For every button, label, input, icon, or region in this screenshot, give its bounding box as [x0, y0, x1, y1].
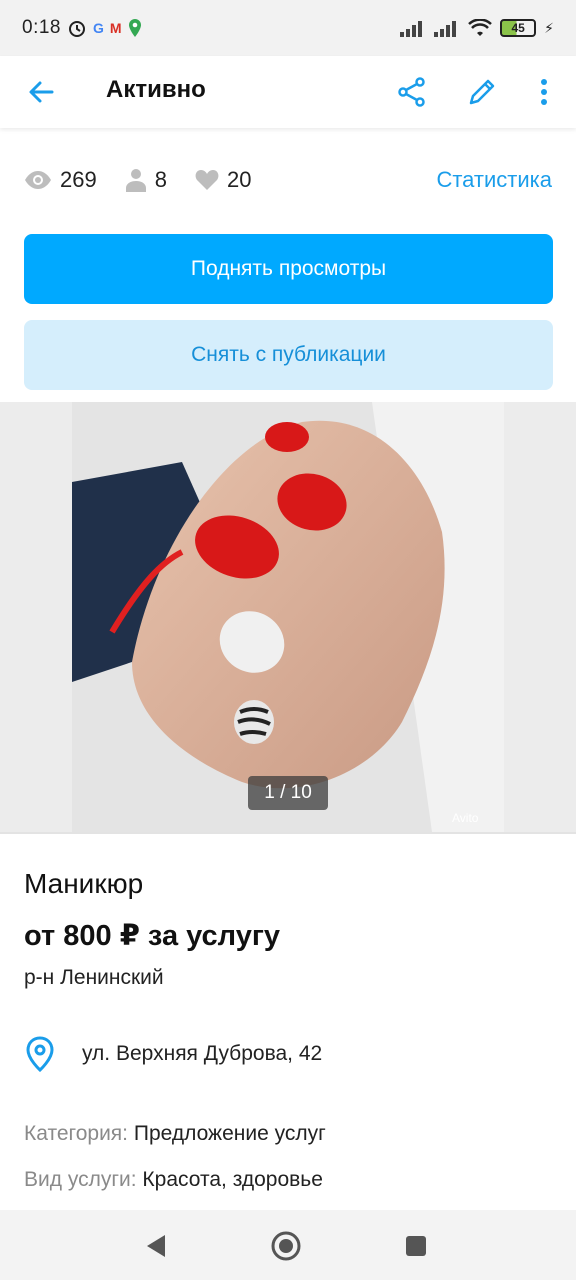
address-row[interactable]: ул. Верхняя Дуброва, 42 — [24, 1034, 554, 1074]
favorites-stat: 20 — [195, 167, 251, 193]
param-service-type: Вид услуги: Красота, здоровье — [24, 1168, 323, 1192]
google-icon: G — [92, 20, 104, 36]
status-bar: 0:18 G M 45 ⚡ — [0, 0, 576, 56]
listing-photo[interactable]: Avito — [72, 402, 504, 832]
statistics-link[interactable]: Статистика — [436, 167, 552, 193]
square-recents-icon — [406, 1236, 426, 1256]
unpublish-button[interactable]: Снять с публикации — [24, 320, 553, 390]
person-icon — [125, 169, 146, 192]
listing-price: от 800 ₽ за услугу — [24, 920, 281, 952]
avito-watermark: Avito — [452, 811, 479, 825]
battery-icon: 45 — [500, 19, 537, 37]
status-time: 0:18 — [22, 17, 61, 38]
eye-icon — [25, 171, 51, 189]
charging-icon: ⚡ — [544, 19, 554, 36]
more-button[interactable] — [522, 70, 566, 114]
arrow-left-icon — [29, 81, 54, 103]
param-value: Предложение услуг — [133, 1122, 326, 1145]
photo-gallery[interactable]: Avito — [0, 402, 576, 832]
system-nav-bar — [0, 1210, 576, 1280]
share-button[interactable] — [390, 70, 434, 114]
signal-icon — [434, 21, 457, 37]
heart-icon — [195, 170, 219, 190]
views-count: 269 — [60, 167, 97, 192]
param-category: Категория: Предложение услуг — [24, 1122, 326, 1146]
wifi-icon — [468, 19, 493, 36]
param-value: Красота, здоровье — [142, 1168, 323, 1191]
param-key: Вид услуги: — [24, 1168, 137, 1191]
app-bar: Активно — [0, 56, 576, 128]
nav-back-button[interactable] — [140, 1230, 172, 1262]
listing-address: ул. Верхняя Дуброва, 42 — [82, 1042, 323, 1065]
listing-district: р-н Ленинский — [24, 966, 164, 989]
share-icon — [398, 77, 425, 107]
alarm-icon — [68, 21, 85, 37]
pencil-icon — [469, 79, 495, 105]
circle-home-icon — [271, 1231, 301, 1261]
page-title: Активно — [106, 76, 206, 103]
photo-counter: 1 / 10 — [248, 776, 328, 810]
param-key: Категория: — [24, 1122, 129, 1145]
manicure-photo-image: Avito — [72, 402, 504, 832]
nav-home-button[interactable] — [270, 1230, 302, 1262]
nav-recents-button[interactable] — [400, 1230, 432, 1262]
contacts-count: 8 — [154, 167, 167, 192]
triangle-back-icon — [147, 1235, 165, 1257]
gmail-icon: M — [109, 20, 122, 36]
location-pin-icon — [26, 1036, 54, 1072]
status-right: 45 ⚡ — [400, 19, 554, 37]
favorites-count: 20 — [226, 167, 252, 192]
contacts-stat: 8 — [125, 167, 167, 193]
edit-button[interactable] — [460, 70, 504, 114]
stats-row: 269 8 20 Статистика — [0, 150, 576, 210]
listing-title: Маникюр — [24, 868, 144, 899]
signal-icon — [400, 21, 423, 37]
raise-views-button[interactable]: Поднять просмотры — [24, 234, 553, 304]
notification-icons: G M — [67, 18, 142, 38]
back-button[interactable] — [22, 72, 62, 112]
views-stat: 269 — [24, 167, 97, 193]
divider — [0, 832, 576, 834]
maps-icon — [128, 19, 141, 37]
more-vertical-icon — [541, 79, 547, 105]
